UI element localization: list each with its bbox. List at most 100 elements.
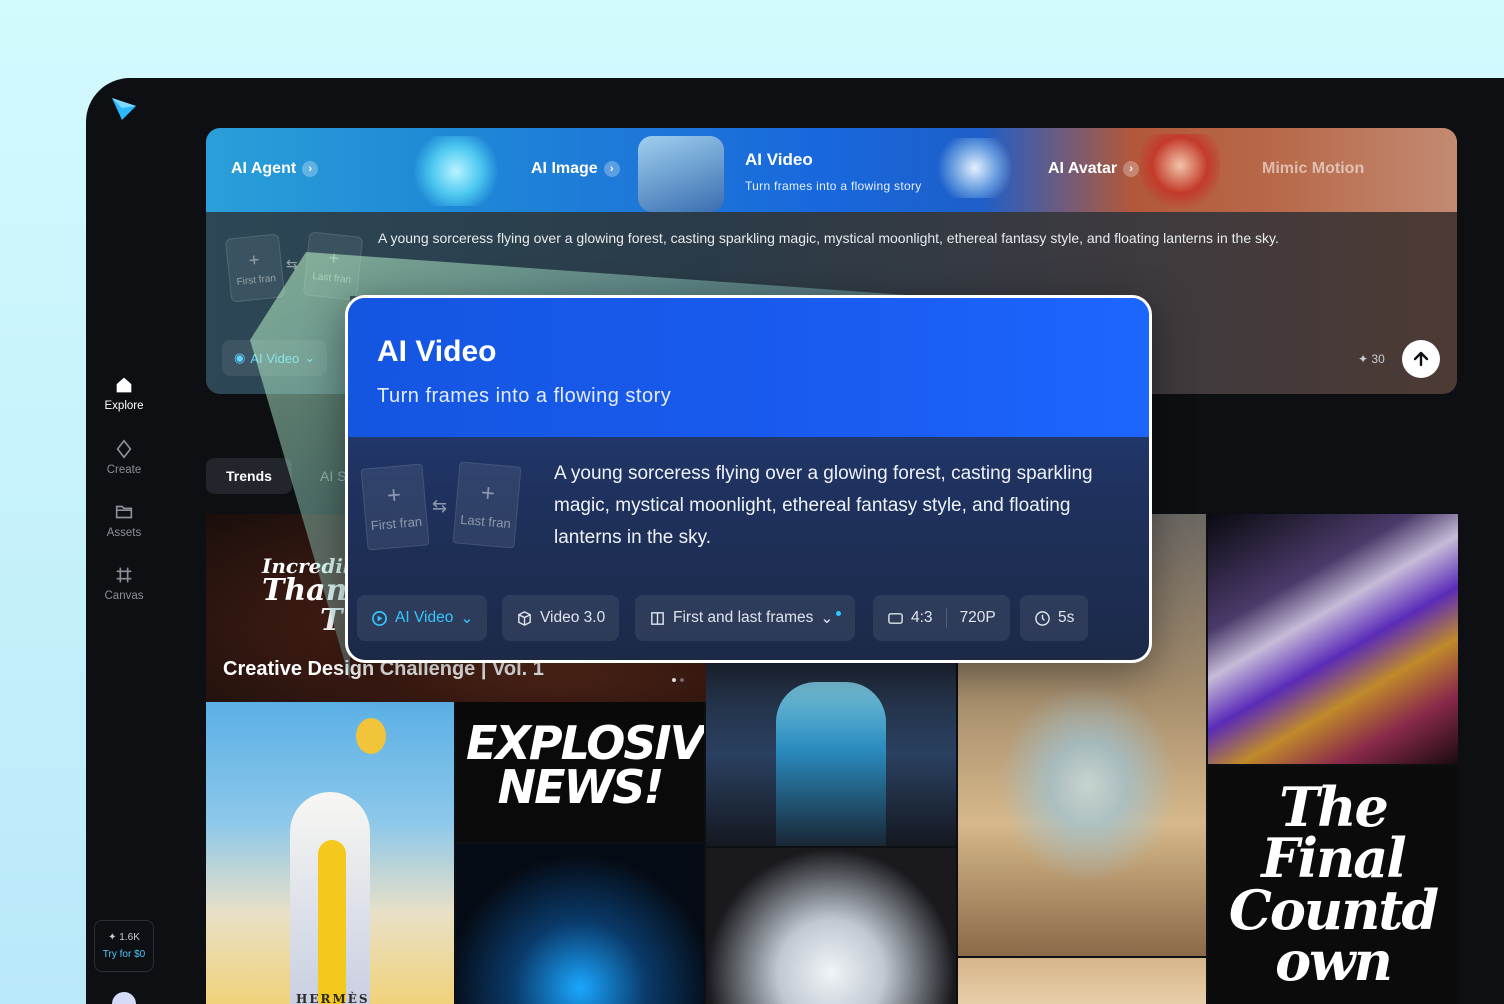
credits-count: ✦ 1.6K	[108, 932, 140, 943]
sidebar: Explore Create Assets Canvas ✦ 1.6K Try …	[86, 78, 162, 1004]
home-icon	[116, 377, 132, 393]
image-art	[638, 136, 724, 212]
nav-canvas[interactable]: Canvas	[86, 564, 162, 602]
mode-selector[interactable]: ◉ AI Video ⌄	[222, 340, 328, 376]
duration-label: 5s	[1058, 609, 1075, 626]
cost-value: 30	[1371, 352, 1385, 366]
ai-video-popup: AI Video Turn frames into a flowing stor…	[345, 295, 1152, 663]
plus-icon: +	[385, 480, 403, 510]
nav-explore[interactable]: Explore	[86, 374, 162, 412]
video-mode-icon	[372, 610, 387, 626]
popup-subtitle: Turn frames into a flowing story	[377, 385, 672, 407]
nav-label: Canvas	[104, 590, 144, 602]
chevron-down-icon: ⌄	[304, 350, 316, 365]
chevron-down-icon: ⌄	[460, 609, 474, 627]
avatar-art	[1140, 134, 1220, 212]
sparkle-icon	[116, 439, 132, 459]
folder-icon	[115, 505, 133, 519]
tab-ai-agent[interactable]: AI Agent ›	[231, 160, 319, 178]
nav-create[interactable]: Create	[86, 438, 162, 476]
plus-icon: +	[479, 478, 497, 508]
chevron-right-icon: ›	[1123, 161, 1140, 177]
mode-label: AI Video	[395, 609, 454, 626]
figure-shape	[776, 682, 886, 846]
gallery-item-abstract[interactable]	[1208, 514, 1458, 764]
last-frame-upload[interactable]: + Last fran	[452, 461, 522, 549]
resolution-label: 720P	[959, 609, 996, 626]
last-frame-label: Last fran	[459, 511, 512, 531]
dress-shape	[998, 684, 1178, 884]
tab-ai-avatar[interactable]: AI Avatar ›	[1048, 160, 1140, 178]
popup-title: AI Video	[377, 335, 497, 368]
tab-ai-image[interactable]: AI Image ›	[531, 160, 620, 178]
balloon-shape	[356, 718, 386, 754]
credits-box[interactable]: ✦ 1.6K Try for $0	[94, 920, 154, 972]
poster-line: own	[1275, 928, 1393, 993]
gallery-item-window[interactable]	[958, 958, 1206, 1004]
avatar[interactable]	[112, 992, 136, 1004]
agent-art	[406, 136, 506, 206]
gallery-item-cyber[interactable]	[706, 662, 956, 846]
last-frame-label: Last fran	[311, 270, 352, 286]
swap-icon[interactable]: ⇆	[286, 256, 298, 273]
chevron-right-icon: ›	[603, 161, 620, 177]
gallery-item-poster[interactable]: HERMÈS	[206, 702, 454, 1004]
tab-ai-video-subtitle: Turn frames into a flowing story	[745, 179, 922, 193]
swap-icon[interactable]: ⇆	[432, 496, 447, 517]
tab-label: AI Agent	[231, 160, 297, 177]
plus-icon: +	[327, 247, 341, 269]
gallery-item-creature[interactable]	[706, 848, 956, 1004]
video-mode-icon: ◉	[234, 350, 246, 365]
first-frame-upload[interactable]: + First fran	[224, 233, 286, 303]
tab-mimic-motion[interactable]: Mimic Motion	[1262, 160, 1364, 178]
try-free-link[interactable]: Try for $0	[103, 949, 145, 960]
gallery-item-tunnel[interactable]	[456, 844, 704, 1004]
first-frame-upload[interactable]: + First fran	[360, 463, 430, 551]
frames-mode-label: First and last frames	[673, 609, 814, 626]
nav-label: Create	[106, 464, 142, 476]
clock-icon	[1035, 610, 1050, 626]
mode-label: AI Video	[250, 350, 300, 366]
feature-banner: AI Agent › AI Image › AI Video Turn fram…	[206, 128, 1457, 212]
poster-line: Final	[1261, 826, 1407, 891]
nav-label: Assets	[106, 527, 142, 539]
video-art	[930, 138, 1020, 198]
poster-line: NEWS!	[497, 759, 665, 814]
duration-selector[interactable]: 5s	[1020, 595, 1089, 641]
model-label: Video 3.0	[540, 609, 606, 626]
tab-trends[interactable]: Trends	[206, 458, 292, 494]
chevron-right-icon: ›	[302, 161, 319, 177]
gallery-item-explosive[interactable]: EXPLOSIVE NEWS!	[456, 702, 704, 842]
canvas-icon	[116, 567, 132, 583]
credits-value: 1.6K	[119, 932, 140, 943]
aspect-ratio-icon	[888, 612, 903, 624]
send-button[interactable]	[1402, 340, 1440, 378]
figure-shape	[318, 840, 346, 1004]
frames-icon	[651, 611, 664, 625]
new-badge-dot	[836, 610, 842, 616]
tab-ai-next[interactable]: AI S	[320, 468, 346, 484]
model-selector[interactable]: Video 3.0	[502, 595, 620, 641]
first-frame-label: First fran	[236, 272, 277, 288]
credit-cost: ✦ 30	[1358, 352, 1385, 366]
mode-selector[interactable]: AI Video ⌄	[357, 595, 488, 641]
first-frame-label: First fran	[370, 513, 423, 533]
tab-label: Mimic Motion	[1262, 160, 1365, 177]
ratio-label: 4:3	[911, 609, 933, 626]
plus-icon: +	[247, 249, 261, 271]
logo-icon[interactable]	[110, 94, 138, 122]
last-frame-upload[interactable]: + Last fran	[302, 231, 364, 301]
cube-icon	[518, 610, 531, 626]
nav-label: Explore	[104, 400, 144, 412]
gallery-item-countdown[interactable]: The Final Countd own	[1208, 766, 1458, 1004]
tab-label: AI Image	[531, 160, 598, 177]
nav-assets[interactable]: Assets	[86, 501, 162, 539]
carousel-dots[interactable]	[672, 678, 684, 682]
frames-mode-selector[interactable]: First and last frames ⌄	[635, 595, 856, 641]
ratio-resolution-selector[interactable]: 4:3 720P	[873, 595, 1010, 641]
tab-label: AI Avatar	[1048, 160, 1118, 177]
tab-ai-video-title[interactable]: AI Video	[745, 150, 813, 170]
prompt-input[interactable]: A young sorceress flying over a glowing …	[554, 458, 1114, 554]
prompt-input[interactable]: A young sorceress flying over a glowing …	[378, 230, 1279, 246]
arrow-up-icon	[1413, 351, 1429, 367]
